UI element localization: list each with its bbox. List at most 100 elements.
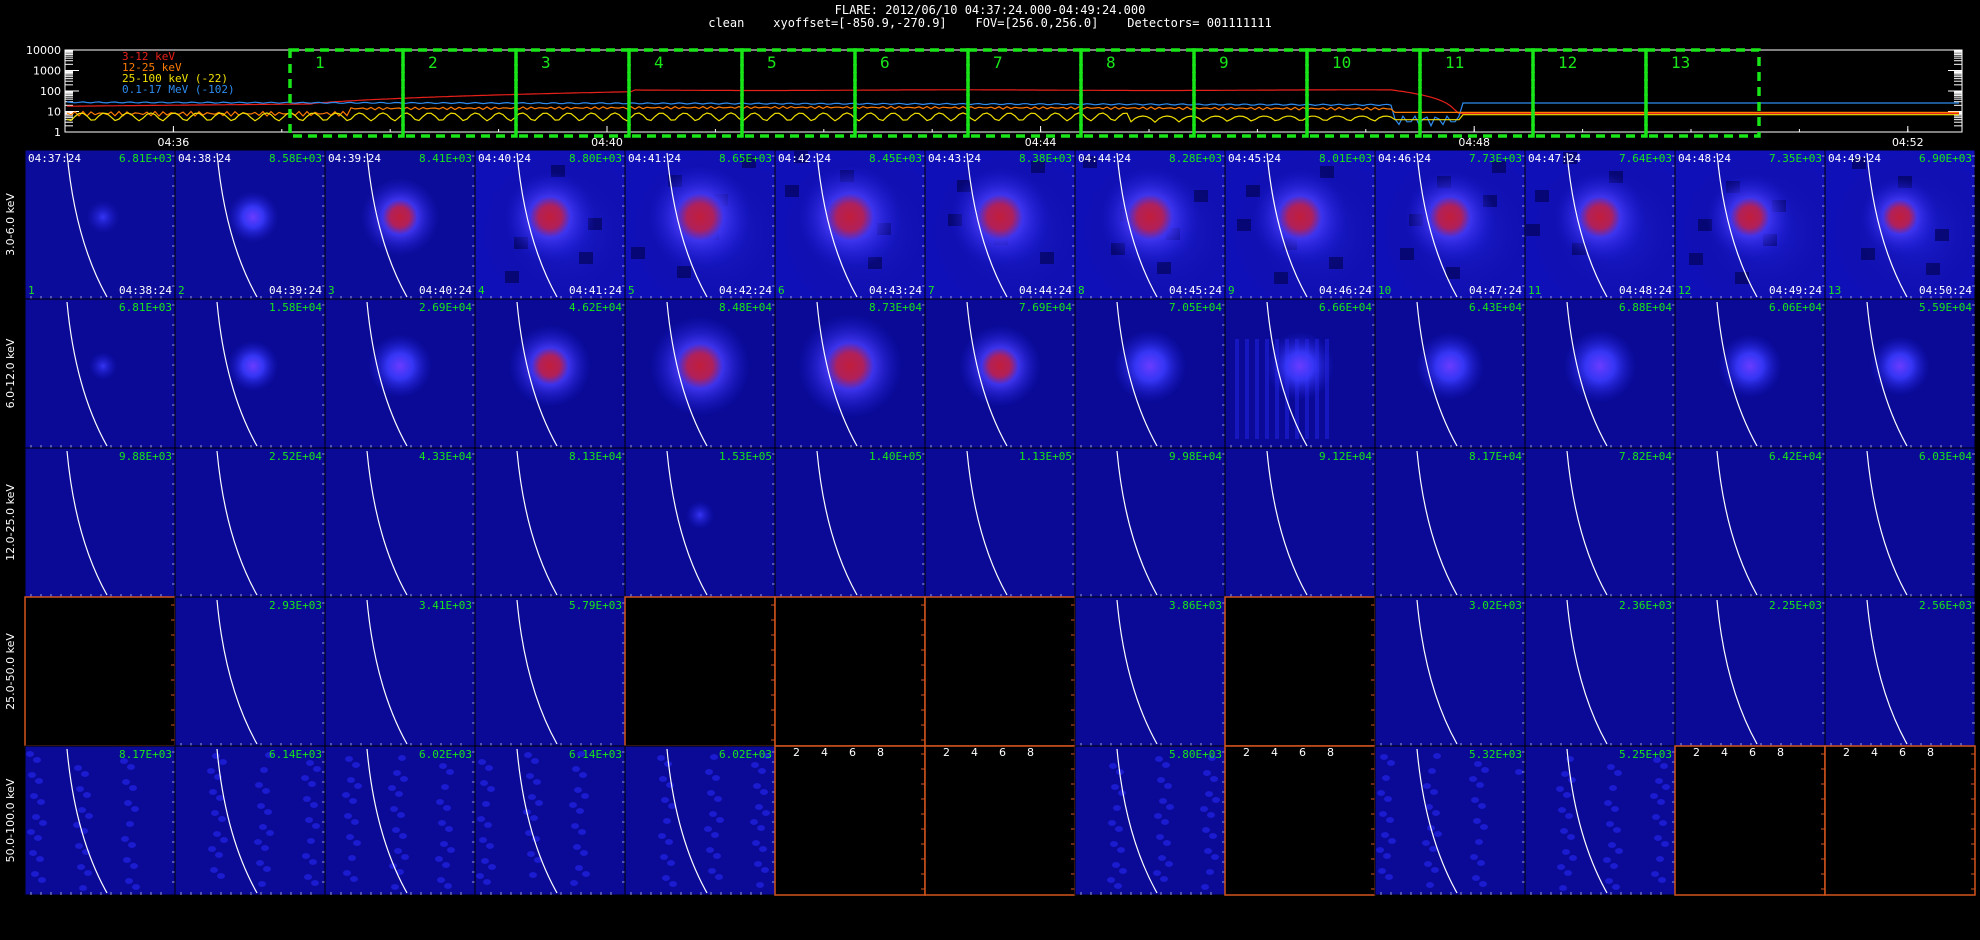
noise-blob bbox=[709, 811, 717, 817]
noise-blob bbox=[1108, 820, 1116, 826]
image-panel: 8.58E+03 04:38:24 04:39:24 2 bbox=[174, 149, 326, 300]
flare-source bbox=[1252, 169, 1348, 266]
panel-tick-label: 4 bbox=[1871, 746, 1878, 759]
noise-blob bbox=[76, 786, 84, 792]
max-value-label: 6.43E+04 bbox=[1469, 301, 1522, 314]
max-value-label: 8.45E+03 bbox=[869, 152, 922, 165]
column-number-label: 12 bbox=[1678, 284, 1691, 297]
max-value-label: 1.58E+04 bbox=[269, 301, 322, 314]
noise-patch bbox=[1237, 219, 1251, 231]
stripe-artifact bbox=[1255, 339, 1259, 439]
panel-tick-label: 4 bbox=[1721, 746, 1728, 759]
noise-blob bbox=[665, 839, 673, 845]
column-number-label: 4 bbox=[478, 284, 485, 297]
flare-source bbox=[1099, 166, 1201, 268]
stripe-artifact bbox=[1235, 339, 1239, 439]
noise-blob bbox=[85, 813, 93, 819]
image-panel: 6.81E+03 04:37:24 04:38:24 1 bbox=[24, 149, 176, 300]
noise-blob bbox=[663, 818, 671, 824]
flare-source bbox=[647, 164, 753, 270]
noise-blob bbox=[1652, 814, 1660, 820]
end-time-label: 04:50:24 bbox=[1919, 284, 1972, 297]
noise-blob bbox=[437, 877, 445, 883]
noise-blob bbox=[313, 766, 321, 772]
column-number-label: 13 bbox=[1828, 284, 1841, 297]
max-value-label: 6.03E+04 bbox=[1919, 450, 1972, 463]
noise-blob bbox=[124, 800, 132, 806]
noise-blob bbox=[1661, 841, 1669, 847]
image-panel: 6.66E+04 bbox=[1224, 298, 1376, 449]
max-value-label: 5.25E+03 bbox=[1619, 748, 1672, 761]
max-value-label: 8.80E+03 bbox=[569, 152, 622, 165]
noise-blob bbox=[569, 802, 577, 808]
noise-blob bbox=[1424, 861, 1432, 867]
image-panel: 1.13E+05 bbox=[924, 447, 1076, 598]
image-panel: 7.82E+04 bbox=[1524, 447, 1676, 598]
image-panel: 2 4 6 8 bbox=[924, 745, 1076, 896]
noise-blob bbox=[708, 868, 716, 874]
max-value-label: 8.41E+03 bbox=[419, 152, 472, 165]
image-panel: 6.14E+03 bbox=[174, 745, 326, 896]
noise-blob bbox=[213, 831, 221, 837]
noise-blob bbox=[1559, 885, 1567, 891]
end-time-label: 04:40:24 bbox=[419, 284, 472, 297]
start-time-label: 04:46:24 bbox=[1378, 152, 1431, 165]
noise-blob bbox=[1166, 804, 1174, 810]
noise-blob bbox=[350, 876, 358, 882]
max-value-label: 2.36E+03 bbox=[1619, 599, 1672, 612]
noise-blob bbox=[1658, 877, 1666, 883]
noise-blob bbox=[1562, 849, 1570, 855]
noise-blob bbox=[1473, 818, 1481, 824]
noise-blob bbox=[1119, 868, 1127, 874]
image-panel: 8.17E+03 bbox=[24, 745, 176, 896]
noise-blob bbox=[580, 850, 588, 856]
panel-tick-label: 4 bbox=[971, 746, 978, 759]
max-value-label: 2.69E+04 bbox=[419, 301, 472, 314]
max-value-label: 6.90E+03 bbox=[1919, 152, 1972, 165]
noise-blob bbox=[760, 789, 768, 795]
noise-blob bbox=[132, 884, 140, 890]
column-number-label: 5 bbox=[628, 284, 635, 297]
noise-blob bbox=[711, 832, 719, 838]
noise-blob bbox=[662, 875, 670, 881]
image-panel: 8.45E+03 04:42:24 04:43:24 6 bbox=[774, 149, 948, 314]
noise-blob bbox=[263, 866, 271, 872]
noise-blob bbox=[1211, 854, 1219, 860]
noise-blob bbox=[257, 803, 265, 809]
noise-blob bbox=[311, 880, 319, 886]
max-value-label: 3.86E+03 bbox=[1169, 599, 1222, 612]
noise-blob bbox=[1158, 855, 1166, 861]
empty-panel bbox=[924, 596, 1076, 747]
noise-blob bbox=[716, 817, 724, 823]
noise-blob bbox=[1431, 867, 1439, 873]
image-panel: 9.12E+04 bbox=[1224, 447, 1376, 598]
panel-background bbox=[924, 447, 1076, 598]
noise-blob bbox=[661, 797, 669, 803]
image-panel: 2 4 6 8 bbox=[1674, 745, 1826, 896]
noise-patch bbox=[785, 185, 799, 197]
noise-blob bbox=[480, 780, 488, 786]
noise-blob bbox=[581, 793, 589, 799]
noise-blob bbox=[1381, 832, 1389, 838]
noise-blob bbox=[39, 820, 47, 826]
noise-blob bbox=[446, 769, 454, 775]
max-value-label: 6.02E+03 bbox=[719, 748, 772, 761]
flare-source bbox=[1563, 329, 1637, 403]
noise-blob bbox=[260, 767, 268, 773]
energy-band-label: 6.0-12.0 keV bbox=[4, 338, 17, 408]
panel-background bbox=[324, 447, 476, 598]
noise-blob bbox=[1659, 820, 1667, 826]
empty-panel bbox=[1674, 745, 1826, 896]
noise-blob bbox=[393, 770, 401, 776]
max-value-label: 2.56E+03 bbox=[1919, 599, 1972, 612]
end-time-label: 04:46:24 bbox=[1319, 284, 1372, 297]
noise-blob bbox=[1202, 827, 1210, 833]
empty-panel bbox=[1224, 596, 1376, 747]
noise-blob bbox=[1477, 860, 1485, 866]
stripe-artifact bbox=[1245, 339, 1249, 439]
noise-blob bbox=[395, 791, 403, 797]
noise-blob bbox=[530, 815, 538, 821]
noise-blob bbox=[1612, 884, 1620, 890]
noise-blob bbox=[1379, 811, 1387, 817]
image-panel: 2.93E+03 bbox=[174, 596, 326, 747]
